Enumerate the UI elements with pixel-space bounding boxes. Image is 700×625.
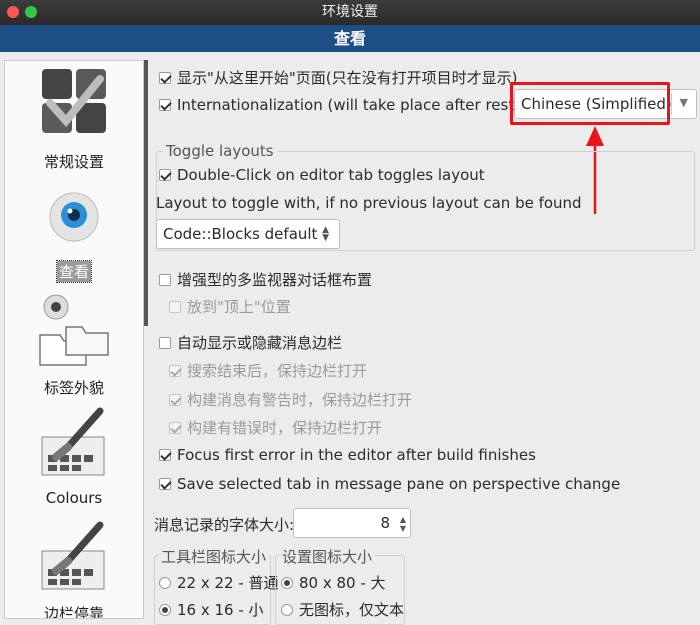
toggle-layouts-title: Toggle layouts <box>163 142 277 160</box>
toolbar-16-radio[interactable] <box>159 603 171 616</box>
chevron-down-icon: ▼ <box>679 96 688 109</box>
settings-80-label: 80 x 80 - 大 <box>299 574 386 592</box>
toolbar-22-label: 22 x 22 - 普通 <box>177 574 279 592</box>
show-start-here-label: 显示"从这里开始"页面(只在没有打开项目时才显示) <box>177 69 518 87</box>
sidebar-item-view[interactable]: 查看 <box>5 191 143 283</box>
toolbar-icon-size-title: 工具栏图标大小 <box>158 546 270 567</box>
layout-select-value: Code::Blocks default <box>163 225 318 243</box>
layout-toggle-label: Layout to toggle with, if no previous la… <box>156 194 582 212</box>
sidebar-item-colours[interactable]: Colours <box>5 407 143 507</box>
paintbrush-icon <box>41 521 105 590</box>
keep-open-warnings-label: 构建消息有警告时，保持边栏打开 <box>187 391 413 409</box>
settings-none-label: 无图标，仅文本 <box>299 601 405 619</box>
double-click-toggle-checkbox[interactable] <box>159 169 171 181</box>
focus-first-error-checkbox[interactable] <box>159 449 171 461</box>
auto-show-hide-checkbox[interactable] <box>159 336 171 349</box>
put-on-top-checkbox[interactable] <box>169 300 181 313</box>
keep-open-search-checkbox[interactable] <box>169 364 181 377</box>
font-size-spinbox[interactable]: 8 ▲ ▼ <box>293 508 411 538</box>
close-window-button[interactable] <box>7 6 19 18</box>
zoom-window-button[interactable] <box>25 6 37 18</box>
paintbrush-icon <box>41 407 105 476</box>
sidebar-item-general[interactable]: 常规设置 <box>5 65 143 172</box>
double-click-toggle-option[interactable]: Double-Click on editor tab toggles layou… <box>159 166 485 184</box>
keep-open-search-label: 搜索结束后，保持边栏打开 <box>187 362 368 380</box>
double-click-toggle-label: Double-Click on editor tab toggles layou… <box>177 166 485 184</box>
sidebar-item-label: Colours <box>45 489 103 507</box>
page-title: 查看 <box>333 29 366 48</box>
keep-open-errors-label: 构建有错误时，保持边栏打开 <box>187 419 383 437</box>
layout-toggle-description: Layout to toggle with, if no previous la… <box>156 194 582 212</box>
internationalization-label: Internationalization (will take place af… <box>177 96 542 114</box>
auto-show-hide-option[interactable]: 自动显示或隐藏消息边栏 <box>159 332 342 353</box>
put-on-top-label: 放到"顶上"位置 <box>187 298 291 316</box>
save-selected-tab-option[interactable]: Save selected tab in message pane on per… <box>159 475 620 493</box>
keep-open-warnings-option[interactable]: 构建消息有警告时，保持边栏打开 <box>169 389 412 410</box>
focus-first-error-label: Focus first error in the editor after bu… <box>177 446 536 464</box>
show-start-here-checkbox[interactable] <box>159 71 171 84</box>
sidebar-item-dock[interactable]: 边栏停靠 <box>5 521 143 619</box>
focus-first-error-option[interactable]: Focus first error in the editor after bu… <box>159 446 536 464</box>
show-start-here-option[interactable]: 显示"从这里开始"页面(只在没有打开项目时才显示) <box>159 67 518 88</box>
settings-80-radio[interactable] <box>281 576 293 589</box>
settings-none-radio[interactable] <box>281 603 293 616</box>
settings-panel: 显示"从这里开始"页面(只在没有打开项目时才显示) Internationali… <box>150 52 700 625</box>
save-selected-tab-label: Save selected tab in message pane on per… <box>177 475 621 493</box>
toolbar-16-option[interactable]: 16 x 16 - 小 <box>159 599 264 620</box>
save-selected-tab-checkbox[interactable] <box>159 478 171 490</box>
settings-icon-size-title: 设置图标大小 <box>279 546 376 567</box>
window-titlebar: 环境设置 <box>0 0 700 25</box>
sidebar-item-label: 常规设置 <box>43 153 104 171</box>
settings-none-option[interactable]: 无图标，仅文本 <box>281 599 404 620</box>
up-down-arrows-icon: ▲ ▼ <box>322 225 329 243</box>
font-size-value: 8 <box>380 514 390 532</box>
font-size-label: 消息记录的字体大小: <box>154 516 295 534</box>
sidebar-scrollbar[interactable] <box>144 60 148 326</box>
enhanced-multimonitor-checkbox[interactable] <box>159 273 171 286</box>
sidebar-item-label: 标签外貌 <box>43 379 104 397</box>
keep-open-errors-checkbox[interactable] <box>169 421 181 434</box>
window-title: 环境设置 <box>322 4 378 20</box>
highlight-box <box>510 82 670 125</box>
enhanced-multimonitor-label: 增强型的多监视器对话框布置 <box>177 271 373 289</box>
font-size-row: 消息记录的字体大小: <box>154 514 294 535</box>
internationalization-checkbox[interactable] <box>159 99 171 111</box>
auto-show-hide-label: 自动显示或隐藏消息边栏 <box>177 334 343 352</box>
settings-check-icon <box>42 69 106 133</box>
settings-sidebar: 常规设置 查看 标签外貌 Colours 边栏停靠 <box>4 60 144 619</box>
toolbar-16-label: 16 x 16 - 小 <box>177 601 264 619</box>
put-on-top-option[interactable]: 放到"顶上"位置 <box>169 296 291 317</box>
folders-icon <box>39 294 109 366</box>
settings-80-option[interactable]: 80 x 80 - 大 <box>281 572 386 593</box>
sidebar-item-label: 查看 <box>55 260 93 283</box>
toolbar-22-radio[interactable] <box>159 576 171 589</box>
keep-open-search-option[interactable]: 搜索结束后，保持边栏打开 <box>169 360 367 381</box>
page-header: 查看 <box>0 25 700 52</box>
enhanced-multimonitor-option[interactable]: 增强型的多监视器对话框布置 <box>159 269 372 290</box>
sidebar-item-label: 边栏停靠 <box>43 605 104 619</box>
internationalization-option[interactable]: Internationalization (will take place af… <box>159 96 541 114</box>
spin-arrows-icon[interactable]: ▲ ▼ <box>400 515 406 533</box>
layout-select[interactable]: Code::Blocks default ▲ ▼ <box>156 219 340 249</box>
keep-open-errors-option[interactable]: 构建有错误时，保持边栏打开 <box>169 417 382 438</box>
eye-icon <box>49 192 99 242</box>
keep-open-warnings-checkbox[interactable] <box>169 393 181 406</box>
sidebar-item-tabs[interactable]: 标签外貌 <box>5 293 143 398</box>
toolbar-22-option[interactable]: 22 x 22 - 普通 <box>159 572 279 593</box>
